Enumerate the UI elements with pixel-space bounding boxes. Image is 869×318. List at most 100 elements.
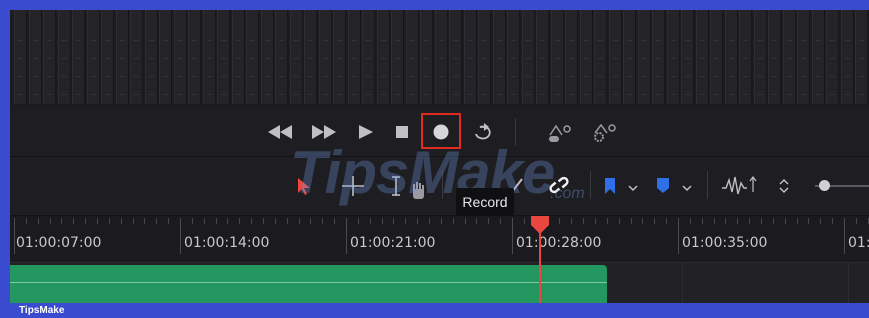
meter-tick	[293, 94, 299, 95]
meter-tick	[482, 58, 487, 59]
meter-tick	[525, 58, 531, 59]
marker-button[interactable]	[654, 174, 672, 198]
meter-tick	[32, 40, 38, 41]
flag-button[interactable]	[602, 174, 618, 198]
meter-strip	[130, 10, 143, 104]
ruler-minor-tick	[38, 218, 39, 224]
ruler-minor-tick	[559, 218, 560, 224]
meter-tick	[569, 58, 574, 59]
meter-tick	[641, 58, 647, 59]
meter-tick	[743, 94, 748, 95]
meter-tick	[424, 58, 429, 59]
meter-strip	[347, 10, 361, 104]
rewind-icon	[268, 125, 292, 139]
meter-tick	[554, 58, 560, 59]
meter-tick	[177, 58, 183, 59]
meter-tick	[366, 94, 371, 95]
meter-tick	[656, 94, 661, 95]
meter-tick	[337, 40, 342, 41]
meter-strip	[72, 10, 85, 104]
meter-tick	[540, 94, 545, 95]
meter-tick	[409, 94, 415, 95]
automation-settings-button[interactable]	[590, 120, 620, 144]
ruler-minor-tick	[619, 218, 620, 224]
meter-tick	[627, 76, 632, 77]
ruler-minor-tick	[832, 218, 833, 224]
meter-strip	[376, 10, 390, 104]
meter-tick	[18, 94, 23, 95]
playhead-icon	[531, 216, 549, 234]
ruler-minor-tick	[204, 218, 205, 224]
meter-tick	[235, 76, 241, 77]
meter-tick	[583, 40, 589, 41]
meter-strip	[231, 10, 245, 104]
ruler-minor-tick	[216, 218, 217, 224]
meter-tick	[264, 58, 270, 59]
meter-tick	[235, 94, 241, 95]
meter-tick	[743, 40, 748, 41]
meter-strip	[782, 10, 796, 104]
waveform-icon	[722, 176, 757, 195]
meter-strip	[608, 10, 622, 104]
meter-tick	[554, 76, 560, 77]
meter-tick	[757, 40, 763, 41]
meter-tick	[830, 76, 835, 77]
meter-strip	[463, 10, 477, 104]
meter-tick	[656, 58, 661, 59]
marker-dropdown-button[interactable]	[680, 176, 694, 200]
ruler-minor-tick	[97, 218, 98, 224]
meter-strip	[449, 10, 462, 104]
meter-tick	[496, 58, 502, 59]
meter-tick	[163, 76, 168, 77]
meter-tick	[525, 76, 531, 77]
meter-tick	[177, 76, 183, 77]
meter-tick	[148, 76, 154, 77]
meter-tick	[670, 58, 676, 59]
track-height-button[interactable]	[777, 174, 791, 198]
meter-tick	[438, 58, 444, 59]
meter-tick	[714, 94, 719, 95]
meter-tick	[656, 40, 661, 41]
meter-tick	[641, 76, 647, 77]
meter-tick	[627, 94, 632, 95]
meter-tick	[627, 58, 632, 59]
meter-tick	[47, 76, 52, 77]
ruler-minor-tick	[749, 218, 750, 224]
meter-tick	[18, 76, 23, 77]
meter-tick	[279, 40, 284, 41]
zoom-slider-handle[interactable]	[819, 180, 830, 191]
meter-tick	[438, 76, 444, 77]
meter-tick	[482, 40, 487, 41]
meter-tick	[221, 40, 226, 41]
meter-tick	[308, 58, 313, 59]
meter-strip	[739, 10, 752, 104]
meter-tick	[134, 94, 139, 95]
audio-clip[interactable]	[10, 265, 607, 303]
meter-tick	[380, 40, 386, 41]
meter-tick	[322, 94, 328, 95]
ruler-minor-tick	[239, 218, 240, 224]
watermark-suffix: .com	[550, 185, 585, 202]
meter-tick	[221, 94, 226, 95]
meter-tick	[569, 40, 574, 41]
meter-strip	[681, 10, 694, 104]
meter-tick	[598, 76, 603, 77]
ruler-minor-tick	[761, 218, 762, 224]
meter-tick	[699, 58, 705, 59]
meter-tick	[859, 40, 864, 41]
ruler-minor-tick	[393, 218, 394, 224]
meter-strip	[434, 10, 448, 104]
meter-tick	[641, 40, 647, 41]
meter-tick	[554, 94, 560, 95]
meter-tick	[525, 94, 531, 95]
meter-tick	[105, 76, 110, 77]
meter-tick	[772, 40, 777, 41]
meter-tick	[409, 58, 415, 59]
playhead-handle[interactable]	[529, 214, 551, 241]
timeline-ruler[interactable]: 01:00:07:00 01:00:14:00 01:00:21:00 01:0…	[10, 216, 869, 263]
meter-strip	[101, 10, 114, 104]
audio-waveform-zoom-button[interactable]	[720, 173, 758, 197]
flag-dropdown-button[interactable]	[626, 176, 640, 200]
audio-meters-panel	[10, 10, 869, 111]
meter-tick	[815, 76, 821, 77]
